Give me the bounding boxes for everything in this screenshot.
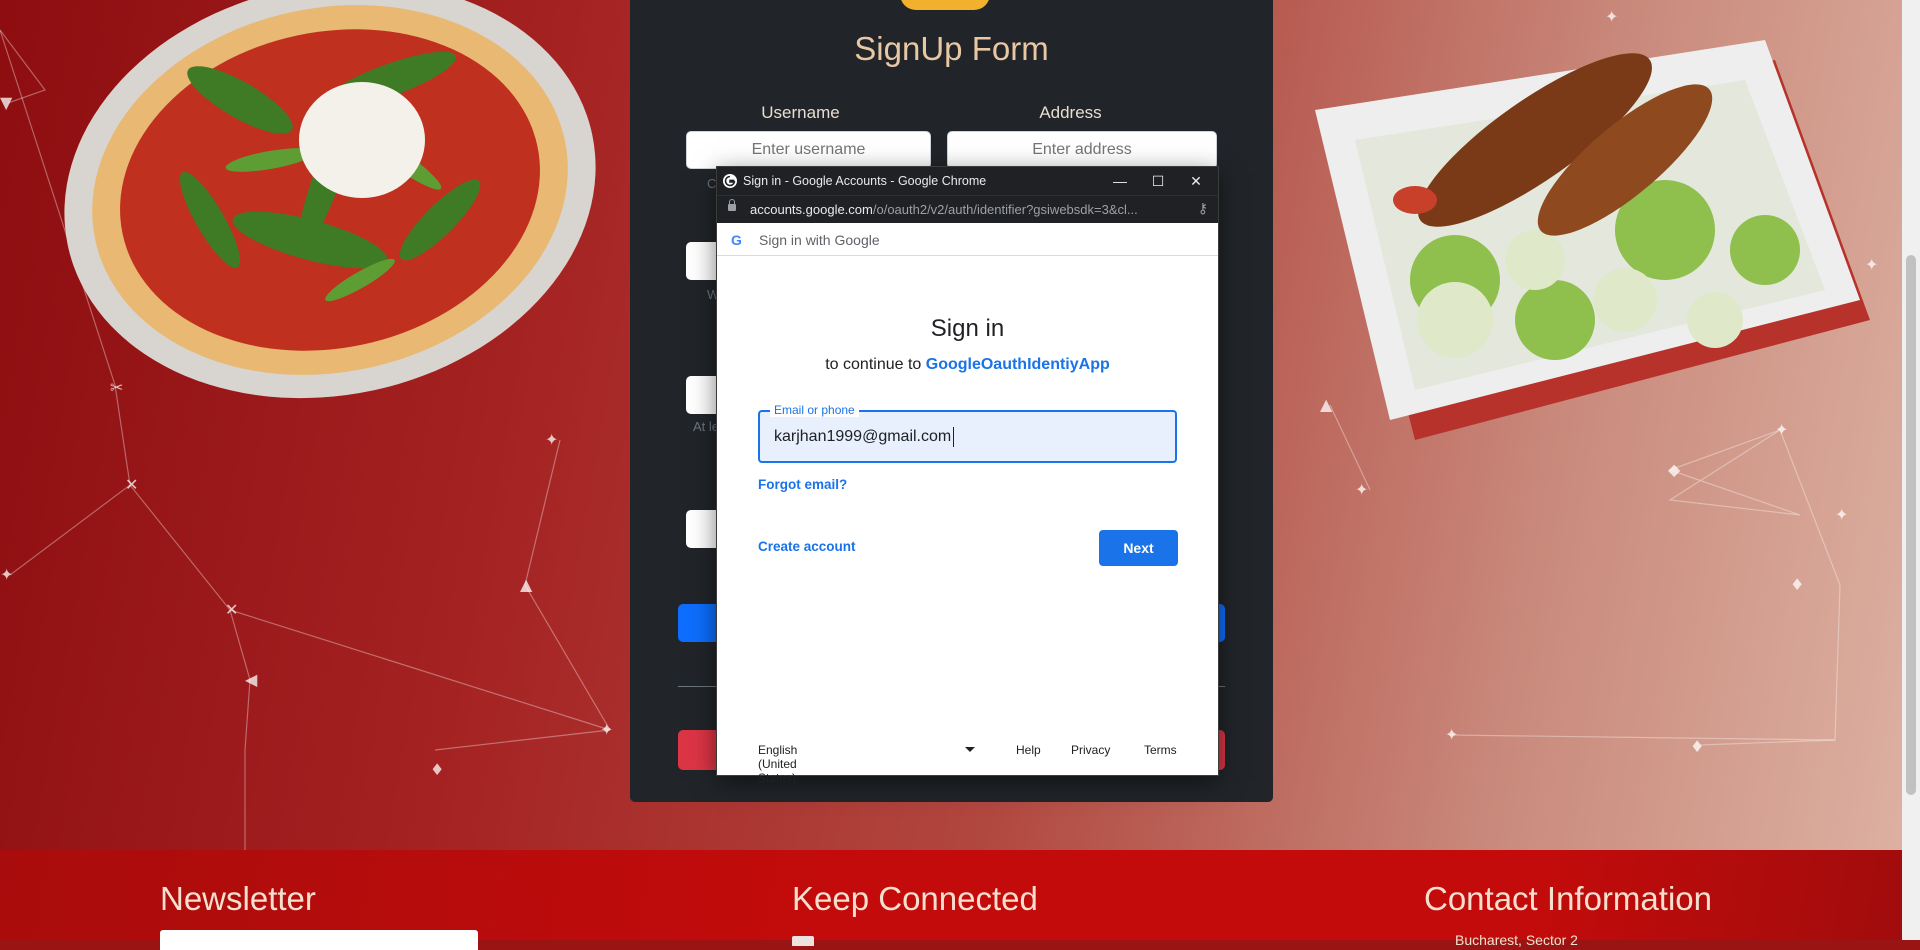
salad-plate-image <box>1315 40 1870 440</box>
create-account-link[interactable]: Create account <box>758 539 856 554</box>
svg-text:▲: ▲ <box>520 575 533 594</box>
terms-link[interactable]: Terms <box>1144 743 1177 757</box>
email-field[interactable]: Email or phone <box>758 403 1177 463</box>
window-titlebar: Sign in - Google Accounts - Google Chrom… <box>717 167 1218 195</box>
contact-address: Bucharest, Sector 2 <box>1455 932 1578 948</box>
address-input[interactable] <box>947 131 1217 169</box>
scrollbar-thumb[interactable] <box>1906 255 1916 795</box>
google-signin-popup: Sign in - Google Accounts - Google Chrom… <box>717 167 1218 785</box>
password-hint: At le <box>693 419 720 434</box>
lock-icon <box>728 199 736 211</box>
password-input[interactable] <box>686 376 716 414</box>
next-button[interactable]: Next <box>1099 530 1178 566</box>
google-header: G Sign in with Google <box>717 223 1218 256</box>
key-icon[interactable]: ⚷ <box>1198 200 1208 217</box>
svg-text:▼: ▼ <box>0 93 13 112</box>
svg-text:♦: ♦ <box>430 760 444 779</box>
contact-title: Contact Information <box>1424 880 1712 917</box>
svg-text:✕: ✕ <box>125 475 138 494</box>
svg-text:✦: ✦ <box>600 720 613 739</box>
page-scrollbar[interactable] <box>1902 0 1920 940</box>
google-logo-icon: G <box>731 232 742 248</box>
svg-text:✕: ✕ <box>225 600 238 619</box>
google-favicon-icon <box>723 174 737 188</box>
site-footer: Newsletter Keep Connected Contact Inform… <box>0 850 1902 950</box>
newsletter-title: Newsletter <box>160 880 316 917</box>
username-hint: C <box>707 176 717 191</box>
pizza-image <box>64 0 596 399</box>
username-input[interactable] <box>686 131 931 169</box>
svg-text:✦: ✦ <box>1835 505 1848 524</box>
chevron-down-icon <box>965 747 975 752</box>
signin-title: Sign in <box>930 315 1005 342</box>
svg-text:✦: ✦ <box>545 430 558 449</box>
maximize-icon[interactable]: ☐ <box>1140 170 1176 192</box>
text-cursor <box>953 427 954 447</box>
svg-text:♦: ♦ <box>1690 737 1704 756</box>
social-icon[interactable] <box>792 936 814 946</box>
svg-text:◆: ◆ <box>1668 460 1681 479</box>
url-text: accounts.google.com/o/oauth2/v2/auth/ide… <box>750 202 1138 217</box>
svg-text:♦: ♦ <box>1790 575 1804 594</box>
signin-subtitle: to continue to GoogleOauthIdentiyApp <box>825 356 1110 373</box>
username-label: Username <box>761 103 840 122</box>
help-link[interactable]: Help <box>1016 743 1041 757</box>
svg-text:✦: ✦ <box>1355 480 1368 499</box>
input-field[interactable] <box>686 242 716 280</box>
svg-text:✦: ✦ <box>0 565 13 584</box>
address-label: Address <box>1039 103 1102 122</box>
newsletter-input[interactable] <box>160 930 478 950</box>
privacy-link[interactable]: Privacy <box>1071 743 1110 757</box>
form-title: SignUp Form <box>854 30 1049 67</box>
email-input[interactable] <box>774 426 1154 448</box>
minimize-icon[interactable]: — <box>1102 170 1138 192</box>
forgot-email-link[interactable]: Forgot email? <box>758 477 847 492</box>
confirm-password-input[interactable] <box>686 510 716 548</box>
email-field-label: Email or phone <box>770 403 859 417</box>
logo-badge <box>900 0 990 10</box>
address-bar[interactable]: accounts.google.com/o/oauth2/v2/auth/ide… <box>717 195 1218 223</box>
keep-connected-title: Keep Connected <box>792 880 1038 917</box>
close-icon[interactable]: ✕ <box>1178 170 1214 192</box>
window-title: Sign in - Google Accounts - Google Chrom… <box>743 174 987 188</box>
app-name-link[interactable]: GoogleOauthIdentiyApp <box>926 356 1110 373</box>
svg-text:✦: ✦ <box>1445 725 1458 744</box>
header-label: Sign in with Google <box>759 232 880 248</box>
svg-text:◀: ◀ <box>245 670 258 689</box>
